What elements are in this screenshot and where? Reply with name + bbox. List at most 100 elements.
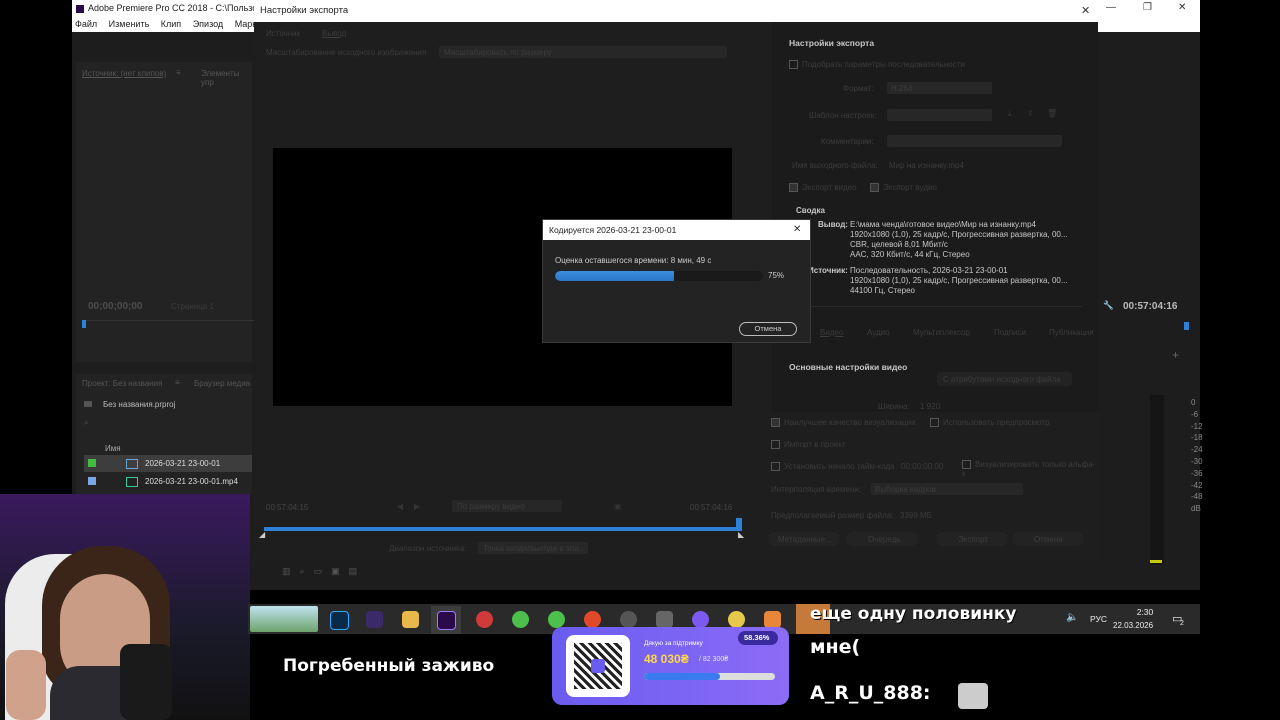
metadata-button[interactable]: Метаданные... [768, 532, 840, 546]
folder-icon[interactable]: ▭ [314, 566, 332, 576]
output-name-link[interactable]: Мир на изнанку.mp4 [889, 161, 964, 170]
minimize-icon[interactable]: — [1106, 0, 1116, 16]
clock-date[interactable]: 22.03.2026 [1113, 621, 1153, 630]
set-start-timecode-checkbox[interactable]: Установить начало тайм-кода [771, 462, 895, 472]
import-preset-icon[interactable]: ⇪ [1027, 109, 1034, 118]
save-preset-icon[interactable]: ⤓ [1008, 109, 1012, 119]
fit-dropdown-value: По размеру видео [457, 502, 525, 511]
export-button[interactable]: Экспорт [936, 532, 1008, 546]
panel-menu-icon[interactable]: ≡ [176, 68, 181, 77]
video-clip-icon [126, 477, 138, 487]
premiere-icon[interactable] [437, 611, 456, 630]
file-size-label: Предполагаемый размер файла: [771, 511, 894, 520]
app-icon[interactable] [512, 611, 529, 628]
app-icon[interactable] [764, 611, 781, 628]
app-icon[interactable] [656, 611, 673, 628]
zoom-icon[interactable]: ⌕ [300, 566, 314, 576]
preset-dropdown[interactable] [887, 109, 992, 121]
file-explorer-icon[interactable] [402, 611, 419, 628]
progress-fill [555, 271, 674, 281]
source-range-dropdown[interactable]: Точка входа/выхода в эпи... [478, 542, 588, 554]
fit-dropdown[interactable]: По размеру видео [452, 500, 562, 512]
app-icon[interactable] [620, 611, 637, 628]
mark-out-icon[interactable]: ▶ [414, 502, 420, 511]
export-timeline-range[interactable] [264, 527, 742, 531]
cancel-export-button[interactable]: Отмена [1012, 532, 1084, 546]
export-settings-header: Настройки экспорта [789, 38, 875, 48]
match-sequence-checkbox[interactable]: Подобрать параметры последовательности [789, 60, 965, 70]
media-browser-tab[interactable]: Браузер медиа [194, 379, 250, 388]
export-audio-checkbox[interactable]: Экспорт аудио [870, 183, 937, 193]
file-size-value: 3399 МБ [900, 511, 932, 520]
close-icon[interactable]: ✕ [793, 220, 801, 240]
app-icon[interactable] [548, 611, 565, 628]
export-playhead[interactable] [736, 518, 742, 527]
language-indicator[interactable]: РУС [1090, 614, 1107, 624]
time-interp-dropdown[interactable]: Выборка кадров [871, 483, 1023, 495]
photoshop-icon[interactable] [330, 611, 349, 630]
source-tab[interactable]: Источник: (нет клипов) [82, 69, 166, 78]
app-icon[interactable] [366, 611, 383, 628]
menu-clip[interactable]: Клип [161, 19, 181, 29]
clock-time[interactable]: 2:30 [1127, 607, 1163, 617]
output-name-label: Имя выходного файла: [792, 161, 878, 170]
max-render-quality-checkbox[interactable]: Наилучшее качество визуализации [771, 418, 916, 428]
add-button-icon[interactable]: + [1172, 348, 1179, 362]
bin-icon[interactable]: ▣ [331, 566, 349, 576]
close-icon[interactable]: ✕ [1178, 0, 1186, 16]
menu-file[interactable]: Файл [75, 19, 97, 29]
maximize-icon[interactable]: ❐ [1143, 0, 1152, 16]
export-video-checkbox[interactable]: Экспорт видео [789, 183, 857, 193]
wrench-icon[interactable]: 🔧 [1103, 300, 1114, 311]
start-timecode-value[interactable]: 00:00:00:00 [901, 462, 943, 471]
project-item-row[interactable]: 2026-03-21 23-00-01 [84, 455, 252, 472]
tab-video[interactable]: Видео [820, 328, 843, 337]
tab-source[interactable]: Источник [266, 29, 300, 38]
summary-line: E:\мама ченда\готовое видео\Мир на изнан… [850, 220, 1036, 229]
scale-dropdown[interactable]: Масштабировать по размеру [439, 46, 727, 58]
divider [782, 306, 1082, 307]
in-point-handle[interactable]: ◢ [259, 530, 265, 539]
volume-icon[interactable]: 🔈 [1066, 612, 1078, 623]
project-tab[interactable]: Проект: Без названия [82, 379, 162, 388]
effects-tab[interactable]: Элементы упр [201, 69, 252, 87]
track-select-icon[interactable]: ▥ [282, 566, 300, 576]
app-icon[interactable] [728, 611, 745, 628]
project-menu-icon[interactable]: ≡ [175, 378, 180, 387]
column-name-header[interactable]: Имя [105, 444, 121, 453]
mark-in-icon[interactable]: ◀ [397, 502, 403, 511]
comments-input[interactable] [887, 135, 1062, 147]
queue-button[interactable]: Очередь [846, 532, 918, 546]
tab-audio[interactable]: Аудио [867, 328, 890, 337]
tab-multiplexer[interactable]: Мультиплексор [913, 328, 970, 337]
wallpaper-thumbnail[interactable] [250, 606, 318, 632]
app-icon[interactable] [692, 611, 709, 628]
delete-preset-icon[interactable]: 🗑 [1047, 109, 1057, 118]
page-label[interactable]: Страница 1 [171, 302, 214, 311]
taskbar-active-item[interactable] [431, 606, 461, 634]
summary-line: 1920x1080 (1,0), 25 кадр/с, Прогрессивна… [850, 276, 1068, 285]
tab-publish[interactable]: Публикация [1049, 328, 1094, 337]
program-playhead[interactable] [1184, 322, 1189, 330]
menu-sequence[interactable]: Эпизод [193, 19, 223, 29]
source-playhead[interactable] [82, 320, 86, 328]
use-previews-checkbox[interactable]: Использовать предпросмотр [930, 418, 1050, 428]
render-alpha-checkbox[interactable]: Визуализировать только альфа-к [962, 460, 1098, 478]
close-icon[interactable]: ✕ [1081, 0, 1090, 22]
width-value[interactable]: 1 920 [920, 402, 940, 411]
chrome-icon[interactable] [584, 611, 601, 628]
tab-captions[interactable]: Подписи [994, 328, 1026, 337]
import-into-project-checkbox[interactable]: Импорт в проект [771, 440, 846, 450]
out-point-handle[interactable]: ◣ [738, 530, 744, 539]
menu-edit[interactable]: Изменить [109, 19, 150, 29]
match-source-button[interactable]: С атрибутами исходного файла [937, 372, 1072, 386]
app-icon[interactable] [476, 611, 493, 628]
cancel-button[interactable]: Отмена [739, 322, 797, 336]
project-item-row[interactable]: 2026-03-21 23-00-01.mp4 [84, 473, 252, 490]
search-icon[interactable]: ⌕ [84, 418, 88, 428]
meter-label: -18 [1191, 433, 1203, 443]
format-dropdown[interactable]: H.264 [887, 82, 992, 94]
trash-icon[interactable]: ▤ [349, 566, 367, 576]
tab-output[interactable]: Вывод [322, 29, 346, 38]
aspect-icon[interactable]: ▣ [614, 502, 622, 511]
